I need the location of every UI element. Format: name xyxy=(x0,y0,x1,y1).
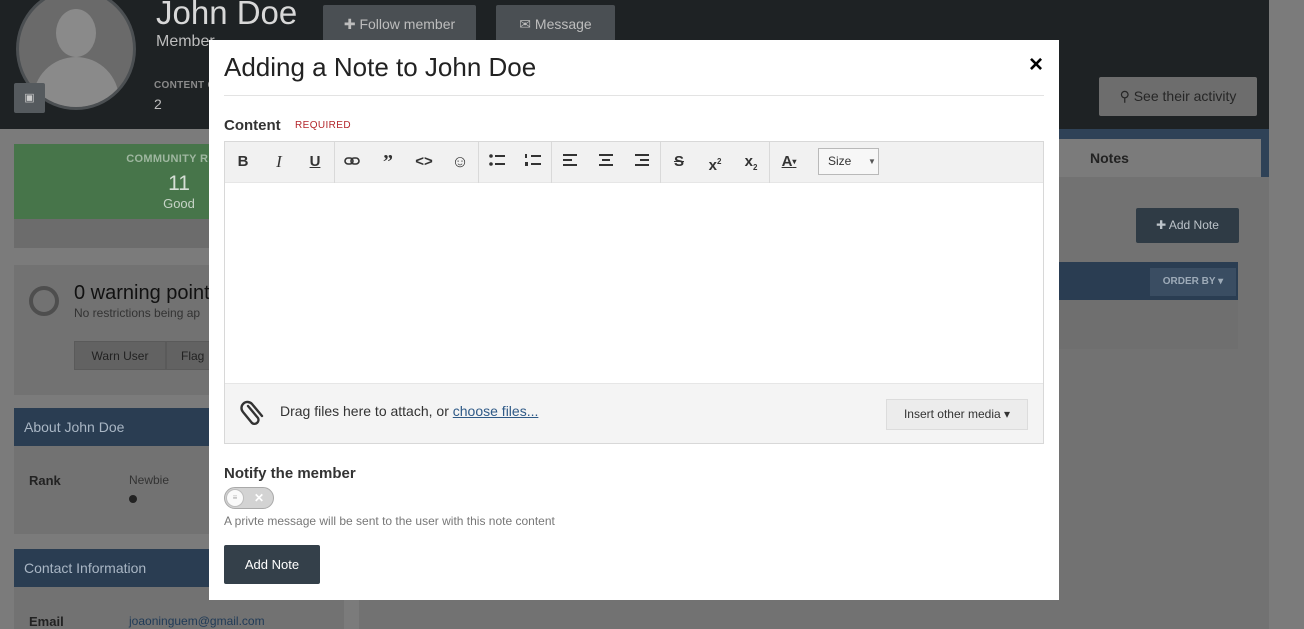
caret-down-icon: ▾ xyxy=(1215,276,1224,287)
warning-restrictions: No restrictions being ap xyxy=(74,306,201,320)
superscript-icon[interactable]: x2 xyxy=(701,149,729,175)
rank-label: Rank xyxy=(29,473,61,488)
subscript-icon[interactable]: x2 xyxy=(737,149,765,175)
message-button[interactable]: ✉ Message xyxy=(496,5,615,43)
content-count: 2 xyxy=(154,96,162,112)
tab-notes[interactable]: Notes xyxy=(1059,139,1261,177)
warning-points-title: 0 warning points xyxy=(74,282,220,304)
scrollbar-track xyxy=(1269,0,1304,629)
quote-icon[interactable]: ” xyxy=(374,149,402,175)
required-badge: REQUIRED xyxy=(295,120,351,131)
italic-button[interactable]: I xyxy=(265,149,293,175)
toggle-knob: ≡ xyxy=(226,489,244,507)
link-icon[interactable] xyxy=(338,149,366,175)
close-icon[interactable]: × xyxy=(1024,52,1048,78)
envelope-icon: ✉ xyxy=(519,16,535,32)
underline-button[interactable]: U xyxy=(301,149,329,175)
modal-divider xyxy=(224,95,1044,96)
emoji-icon[interactable]: ☺ xyxy=(446,149,474,175)
note-content-editor[interactable] xyxy=(225,183,1043,383)
warning-ring-icon xyxy=(29,286,59,316)
email-link[interactable]: joaoninguem@gmail.com xyxy=(129,614,265,628)
align-right-icon[interactable] xyxy=(628,149,656,175)
profile-group: Member xyxy=(156,33,215,50)
notify-member-label: Notify the member xyxy=(224,465,356,482)
code-icon[interactable]: <> xyxy=(410,149,438,175)
profile-name: John Doe xyxy=(156,0,298,31)
content-label: Content xyxy=(224,117,281,134)
add-note-panel-button[interactable]: ✚ Add Note xyxy=(1136,208,1239,243)
align-left-icon[interactable] xyxy=(556,149,584,175)
editor-toolbar: B I U ” <> ☺ S x2 x2 A▾ Size ▼ xyxy=(225,142,1043,183)
numbered-list-icon[interactable] xyxy=(519,149,547,175)
change-photo-icon[interactable]: ▣ xyxy=(14,83,45,113)
notify-description: A privte message will be sent to the use… xyxy=(224,514,555,528)
caret-down-icon: ▼ xyxy=(868,157,876,166)
strikethrough-icon[interactable]: S xyxy=(665,149,693,175)
choose-files-link[interactable]: choose files... xyxy=(453,403,539,419)
modal-title: Adding a Note to John Doe xyxy=(224,52,537,82)
notify-member-toggle[interactable]: ≡ ✕ xyxy=(224,487,274,509)
paperclip-icon xyxy=(240,400,264,426)
order-by-button[interactable]: ORDER BY ▾ xyxy=(1150,268,1236,296)
attach-instructions: Drag files here to attach, or choose fil… xyxy=(280,403,539,419)
attachment-dropzone[interactable]: Drag files here to attach, or choose fil… xyxy=(225,383,1043,443)
align-center-icon[interactable] xyxy=(592,149,620,175)
rank-pip-icon xyxy=(129,495,137,503)
caret-down-icon: ▾ xyxy=(1000,407,1011,421)
insert-other-media-button[interactable]: Insert other media ▾ xyxy=(886,399,1028,430)
content-count-label: CONTENT C xyxy=(154,80,216,91)
bullet-list-icon[interactable] xyxy=(483,149,511,175)
follow-user-icon: ✚ xyxy=(343,16,360,32)
rank-value: Newbie xyxy=(129,473,170,487)
see-activity-button[interactable]: ⚲ See their activity xyxy=(1099,77,1257,116)
add-note-modal: Adding a Note to John Doe × Content REQU… xyxy=(209,40,1059,600)
warn-user-button[interactable]: Warn User xyxy=(74,341,166,370)
text-color-icon[interactable]: A▾ xyxy=(775,149,803,175)
add-note-submit-button[interactable]: Add Note xyxy=(224,545,320,584)
follow-member-button[interactable]: ✚ Follow member xyxy=(323,5,476,43)
bold-button[interactable]: B xyxy=(229,149,257,175)
notes-list-body xyxy=(1059,300,1238,349)
font-size-select[interactable]: Size ▼ xyxy=(818,148,879,175)
toggle-off-icon: ✕ xyxy=(254,491,265,505)
search-icon: ⚲ xyxy=(1119,88,1134,104)
plus-icon: ✚ xyxy=(1156,218,1169,232)
email-label: Email xyxy=(29,614,64,629)
rich-text-editor: B I U ” <> ☺ S x2 x2 A▾ Size ▼ Drag file… xyxy=(224,141,1044,444)
